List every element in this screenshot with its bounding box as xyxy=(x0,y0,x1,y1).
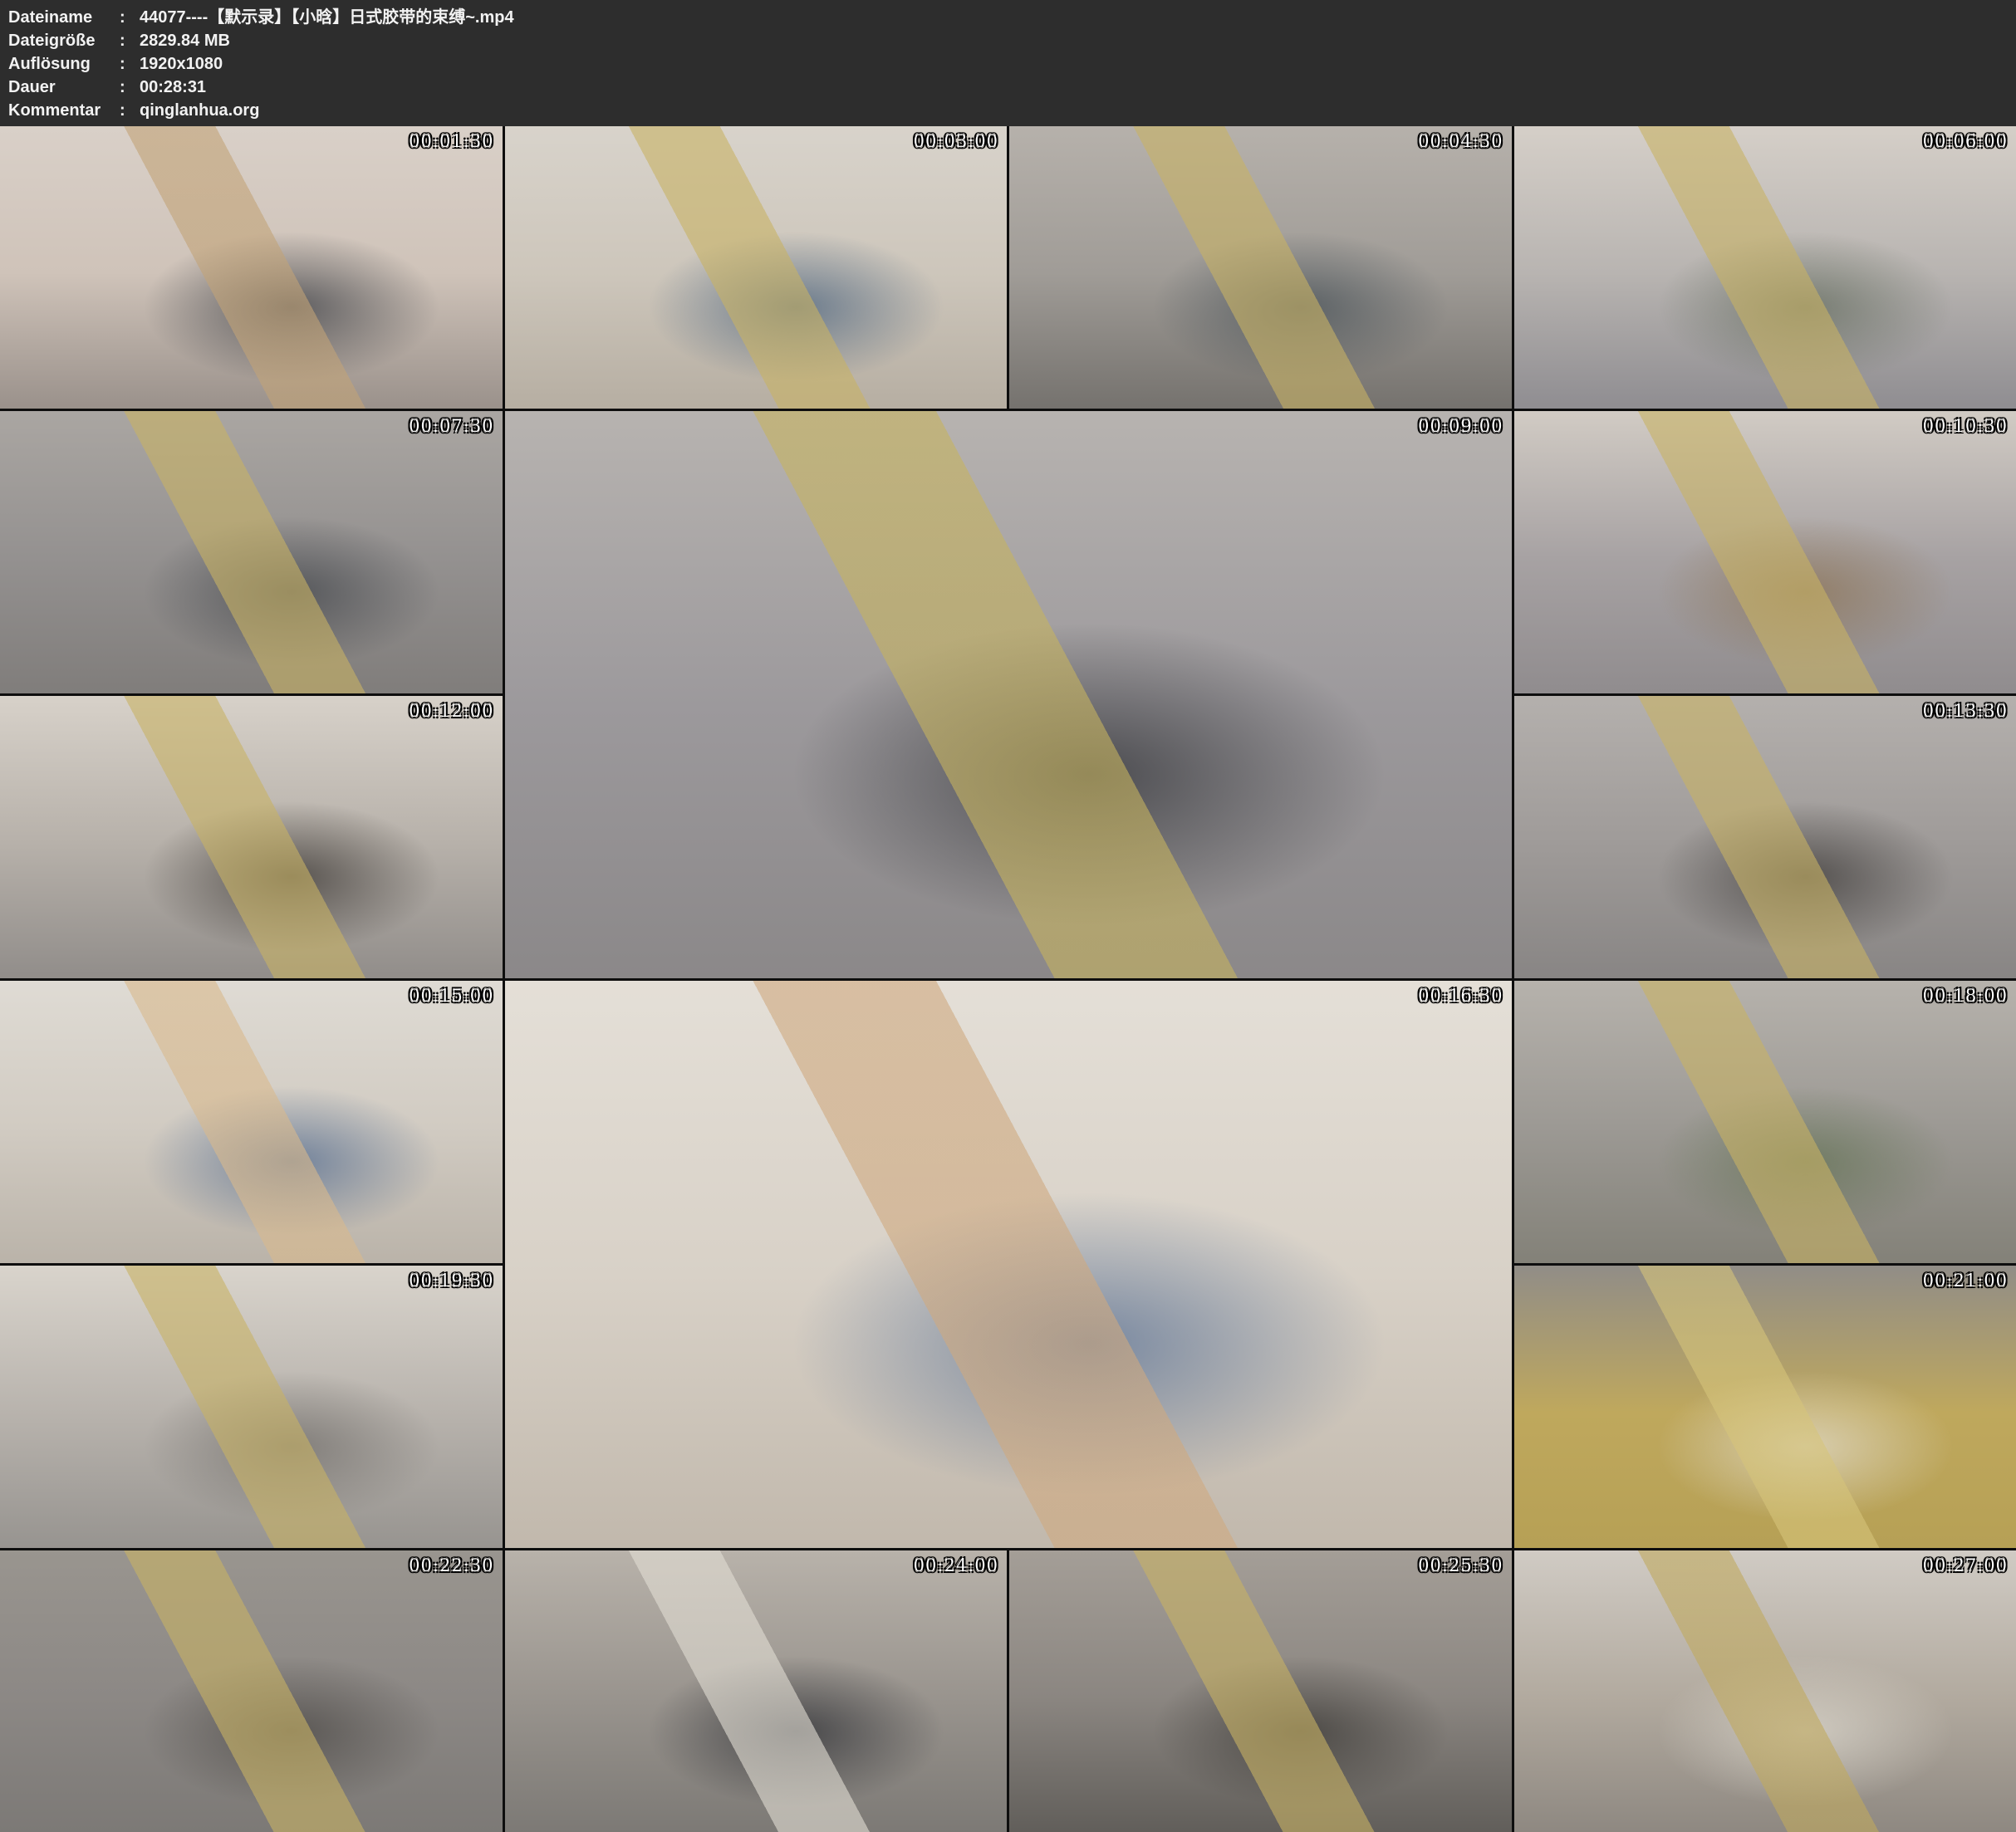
metadata-value-resolution: 1920x1080 xyxy=(140,52,223,76)
video-thumbnail: 00:18:00 xyxy=(1514,981,2016,1263)
timestamp-overlay: 00:16:30 xyxy=(1418,986,1503,1006)
timestamp-overlay: 00:15:00 xyxy=(409,986,493,1006)
metadata-label: Auflösung xyxy=(8,52,120,76)
metadata-value-comment: qinglanhua.org xyxy=(140,99,259,122)
metadata-value-filename: 44077----【默示录】【小晗】日式胶带的束缚~.mp4 xyxy=(140,6,514,29)
metadata-colon: : xyxy=(120,29,140,52)
metadata-row-filesize: Dateigröße:2829.84 MB xyxy=(8,29,2016,52)
video-thumbnail: 00:21:00 xyxy=(1514,1266,2016,1548)
video-thumbnail: 00:09:00 xyxy=(505,411,1512,978)
timestamp-overlay: 00:04:30 xyxy=(1418,131,1503,151)
timestamp-overlay: 00:18:00 xyxy=(1923,986,2008,1006)
metadata-header: Dateiname:44077----【默示录】【小晗】日式胶带的束缚~.mp4… xyxy=(0,0,2016,126)
metadata-label: Dauer xyxy=(8,76,120,99)
video-thumbnail: 00:27:00 xyxy=(1514,1550,2016,1832)
metadata-label: Dateiname xyxy=(8,6,120,29)
timestamp-overlay: 00:12:00 xyxy=(409,701,493,721)
timestamp-overlay: 00:03:00 xyxy=(914,131,998,151)
timestamp-overlay: 00:09:00 xyxy=(1418,416,1503,436)
video-thumbnail: 00:03:00 xyxy=(505,126,1008,409)
metadata-label: Kommentar xyxy=(8,99,120,122)
metadata-row-duration: Dauer:00:28:31 xyxy=(8,76,2016,99)
metadata-row-comment: Kommentar:qinglanhua.org xyxy=(8,99,2016,122)
video-thumbnail: 00:24:00 xyxy=(505,1550,1008,1832)
metadata-colon: : xyxy=(120,99,140,122)
metadata-label: Dateigröße xyxy=(8,29,120,52)
contact-sheet: Dateiname:44077----【默示录】【小晗】日式胶带的束缚~.mp4… xyxy=(0,0,2016,1832)
metadata-colon: : xyxy=(120,76,140,99)
timestamp-overlay: 00:01:30 xyxy=(409,131,493,151)
timestamp-overlay: 00:13:30 xyxy=(1923,701,2008,721)
timestamp-overlay: 00:06:00 xyxy=(1923,131,2008,151)
video-thumbnail: 00:12:00 xyxy=(0,696,503,978)
metadata-row-resolution: Auflösung:1920x1080 xyxy=(8,52,2016,76)
metadata-value-duration: 00:28:31 xyxy=(140,76,206,99)
metadata-colon: : xyxy=(120,52,140,76)
metadata-value-filesize: 2829.84 MB xyxy=(140,29,230,52)
timestamp-overlay: 00:22:30 xyxy=(409,1555,493,1575)
thumbnail-grid: 00:01:30 00:03:00 00:04:30 00:06:00 00:0… xyxy=(0,126,2016,1832)
metadata-colon: : xyxy=(120,6,140,29)
video-thumbnail: 00:19:30 xyxy=(0,1266,503,1548)
timestamp-overlay: 00:21:00 xyxy=(1923,1271,2008,1291)
timestamp-overlay: 00:10:30 xyxy=(1923,416,2008,436)
video-thumbnail: 00:06:00 xyxy=(1514,126,2016,409)
timestamp-overlay: 00:24:00 xyxy=(914,1555,998,1575)
video-thumbnail: 00:22:30 xyxy=(0,1550,503,1832)
video-thumbnail: 00:01:30 xyxy=(0,126,503,409)
video-thumbnail: 00:15:00 xyxy=(0,981,503,1263)
metadata-row-filename: Dateiname:44077----【默示录】【小晗】日式胶带的束缚~.mp4 xyxy=(8,6,2016,29)
timestamp-overlay: 00:07:30 xyxy=(409,416,493,436)
video-thumbnail: 00:16:30 xyxy=(505,981,1512,1548)
video-thumbnail: 00:04:30 xyxy=(1009,126,1512,409)
timestamp-overlay: 00:27:00 xyxy=(1923,1555,2008,1575)
video-thumbnail: 00:10:30 xyxy=(1514,411,2016,693)
timestamp-overlay: 00:25:30 xyxy=(1418,1555,1503,1575)
video-thumbnail: 00:13:30 xyxy=(1514,696,2016,978)
video-thumbnail: 00:25:30 xyxy=(1009,1550,1512,1832)
timestamp-overlay: 00:19:30 xyxy=(409,1271,493,1291)
video-thumbnail: 00:07:30 xyxy=(0,411,503,693)
